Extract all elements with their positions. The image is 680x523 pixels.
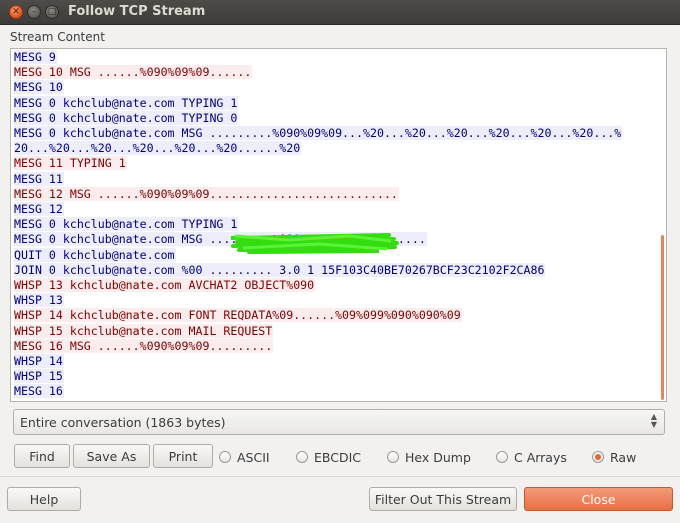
stream-line-text: MESG 0 kchclub@nate.com TYPING 0 [14,110,239,125]
stream-line-text: 20...%20...%20...%20...%20...%20......%2… [14,141,302,156]
watermark-logo: KT 한 의 정보창고 [574,401,667,402]
stream-line-text: WHSP 15 [14,369,64,384]
client-line: MESG 0 kchclub@nate.com TYPING 0 [14,110,622,126]
stream-line-text: WHSP 14 [14,354,64,369]
filter-out-stream-button[interactable]: Filter Out This Stream [369,487,517,511]
stream-line-text: WHSP 13 kchclub@nate.com AVCHAT2 OBJECT%… [14,278,316,293]
stream-content-label: Stream Content [10,30,105,44]
client-line: MESG 0 kchclub@nate.com TYPING 1 [14,217,622,232]
stream-line-text: MESG 11 TYPING 1 [14,156,127,171]
redaction-scribble [230,233,399,254]
server-line: MESG 16 MSG ......%090%09%09......... [14,338,622,354]
updown-arrows-icon: ▲ ▼ [650,412,657,429]
client-line: WHSP 13 [14,293,622,308]
close-icon: ✕ [12,6,20,17]
client-line: WHSP 15 [14,369,622,384]
stream-line-text: MESG 12 MSG ......%090%09%09............… [14,186,399,201]
radio-c-arrays[interactable]: C Arrays [496,449,567,465]
server-line: WHSP 14 kchclub@nate.com FONT REQDATA%09… [14,308,622,323]
stream-line-text: MESG 16 [14,384,64,399]
stream-line-text: MESG 10 [14,80,64,95]
server-line: WHSP 13 kchclub@nate.com AVCHAT2 OBJECT%… [14,278,622,293]
minimize-window-button[interactable]: – [27,5,41,19]
maximize-window-button[interactable]: □ [45,5,59,19]
radio-indicator [496,451,508,463]
client-line: 20...%20...%20...%20...%20...%20......%2… [14,141,622,156]
stream-line-text: MESG 10 MSG ......%090%09%09...... [14,65,253,80]
window-title: Follow TCP Stream [68,4,206,19]
close-button[interactable]: Close [524,487,673,511]
radio-ebcdic[interactable]: EBCDIC [296,449,361,465]
title-bar: ✕ – □ Follow TCP Stream [0,0,680,25]
stream-line-text: WHSP 15 kchclub@nate.com MAIL REQUEST [14,323,274,338]
client-line: MESG 0 kchclub@nate.com TYPING 1 [14,95,622,111]
stream-line-text: MESG 0 kchclub@nate.com TYPING 1 [14,217,239,232]
client-line: JOIN 0 kchclub@nate.com %00 ......... 3.… [14,262,622,278]
stream-line-text: MESG 12 [14,202,64,217]
radio-indicator-selected [592,451,604,463]
print-button[interactable]: Print [153,444,213,468]
radio-hex-dump[interactable]: Hex Dump [387,449,471,465]
radio-label-ebcdic: EBCDIC [314,449,362,465]
server-line: MESG 11 TYPING 1 [14,156,622,171]
client-line: MESG 11 [14,171,622,187]
radio-ascii[interactable]: ASCII [219,449,270,465]
stream-line-text: MESG 16 MSG ......%090%09%09......... [14,338,274,353]
help-button[interactable]: Help [7,487,81,511]
conversation-select-value: Entire conversation (1863 bytes) [20,415,226,430]
separator [0,476,680,477]
stream-line-text: MESG 11 [14,171,64,186]
find-button[interactable]: Find [14,444,70,468]
stream-line-text: MESG 0 kchclub@nate.com MSG .........%09… [14,126,623,141]
vertical-scrollbar[interactable] [661,235,664,400]
radio-label-raw: Raw [610,449,637,465]
client-line: MESG 12 [14,202,622,217]
conversation-select[interactable]: Entire conversation (1863 bytes) ▲ ▼ [13,409,665,435]
server-line: MESG 12 MSG ......%090%09%09............… [14,186,622,202]
client-line: MESG 9 [14,50,622,65]
radio-raw[interactable]: Raw [592,449,636,465]
stream-lines: MESG 9 MESG 10 MSG ......%090%09%09......… [14,50,623,400]
stream-line-text: JOIN 0 kchclub@nate.com %00 ......... 3.… [14,262,546,277]
stream-content-textview[interactable]: MESG 9 MESG 10 MSG ......%090%09%09......… [10,48,667,402]
server-line: WHSP 15 kchclub@nate.com MAIL REQUEST [14,323,622,339]
stream-line-text: WHSP 14 kchclub@nate.com FONT REQDATA%09… [14,308,462,323]
client-line: MESG 10 [14,80,622,95]
save-as-button[interactable]: Save As [73,444,150,468]
radio-label-ascii: ASCII [237,449,270,465]
client-line: MESG 0 kchclub@nate.com MSG .........%09… [14,126,623,141]
server-line: MESG 10 MSG ......%090%09%09...... [14,65,622,80]
radio-indicator [219,451,231,463]
close-window-button[interactable]: ✕ [9,5,23,19]
radio-indicator [296,451,308,463]
client-line: WHSP 14 [14,354,622,369]
radio-indicator [387,451,399,463]
stream-line-text: WHSP 13 [14,293,64,308]
minimize-icon: – [31,6,37,17]
stream-line-text: QUIT 0 kchclub@nate.com [14,247,176,262]
radio-label-hex-dump: Hex Dump [405,449,471,465]
maximize-icon: □ [47,6,57,17]
stream-line-text: MESG 0 kchclub@nate.com TYPING 1 [14,95,239,110]
stream-line-text: MESG 9 [14,50,57,64]
radio-label-c-arrays: C Arrays [514,449,567,465]
client-line: MESG 16 [14,384,622,399]
